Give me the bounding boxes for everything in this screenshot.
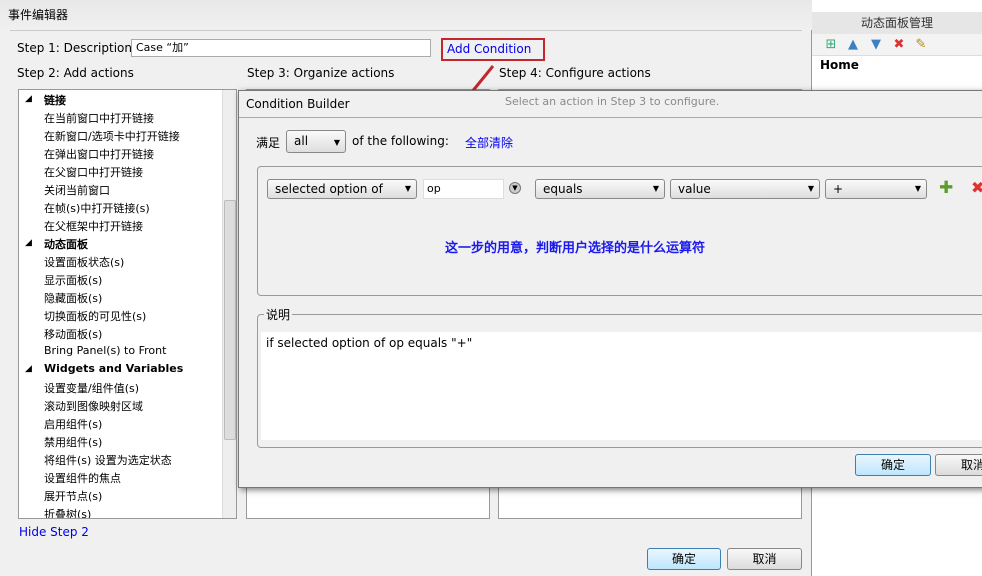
description-fieldset: 说明 if selected option of op equals "+"	[257, 306, 982, 448]
operator-value: equals	[543, 182, 583, 196]
hide-step2-link[interactable]: Hide Step 2	[19, 525, 89, 539]
move-up-icon[interactable]: ▲	[846, 38, 860, 52]
satisfy-label: 满足	[256, 136, 281, 150]
collapse-triangle-icon[interactable]: ◢	[25, 364, 32, 374]
target-widget-input[interactable]: op	[423, 179, 504, 199]
action-item[interactable]: 在父框架中打开链接	[44, 218, 143, 234]
action-item[interactable]: 移动面板(s)	[44, 326, 102, 342]
description-legend: 说明	[264, 306, 293, 323]
title-bar	[0, 0, 812, 30]
add-condition-link[interactable]: Add Condition	[447, 42, 531, 56]
move-down-icon[interactable]: ▼	[869, 38, 883, 52]
action-item[interactable]: 显示面板(s)	[44, 272, 102, 288]
actions-list: ◢ 链接在当前窗口中打开链接在新窗口/选项卡中打开链接 在弹出窗口中打开链接 在父窗口…	[18, 89, 237, 519]
widget-picker-icon[interactable]: ▼	[509, 182, 521, 194]
action-item[interactable]: 隐藏面板(s)	[44, 290, 102, 306]
action-group[interactable]: 链接	[44, 92, 66, 108]
step3-label: Step 3: Organize actions	[247, 66, 395, 80]
value-value: +	[833, 182, 844, 196]
match-select[interactable]: all ▼	[286, 130, 346, 153]
match-value: all	[294, 134, 309, 148]
action-item[interactable]: 设置面板状态(s)	[44, 254, 124, 270]
add-state-icon[interactable]: ⊞	[824, 38, 838, 52]
action-item[interactable]: 滚动到图像映射区域	[44, 398, 143, 414]
action-group[interactable]: Widgets and Variables	[44, 362, 183, 375]
panel-toolbar: ⊞ ▲ ▼ ✖ ✎	[812, 34, 982, 56]
ok-button[interactable]: 确定	[647, 548, 721, 570]
chevron-down-icon: ▼	[404, 184, 411, 193]
add-condition-icon[interactable]: ✚	[939, 178, 953, 198]
configure-hint: Select an action in Step 3 to configure.	[505, 95, 720, 108]
chevron-down-icon: ▼	[914, 184, 921, 193]
collapse-triangle-icon[interactable]: ◢	[25, 238, 32, 248]
action-item[interactable]: 在新窗口/选项卡中打开链接	[44, 128, 180, 144]
cancel-button[interactable]: 取消	[727, 548, 802, 570]
annotation-text: 这一步的用意，判断用户选择的是什么运算符	[445, 241, 706, 256]
action-item[interactable]: 启用组件(s)	[44, 416, 102, 432]
action-item[interactable]: 关闭当前窗口	[44, 182, 110, 198]
value-type-select[interactable]: value ▼	[670, 179, 820, 199]
conditions-group: selected option of ▼ op ▼ equals ▼ value ▼ …	[257, 166, 982, 296]
collapse-triangle-icon[interactable]: ◢	[25, 94, 32, 104]
divider	[10, 30, 802, 31]
action-item[interactable]: 在父窗口中打开链接	[44, 164, 143, 180]
delete-icon[interactable]: ✖	[892, 38, 906, 52]
description-textarea[interactable]: if selected option of op equals "+"	[261, 332, 982, 440]
value-type-value: value	[678, 182, 711, 196]
chevron-down-icon: ▼	[333, 138, 340, 147]
step1-label: Step 1: Description	[17, 41, 132, 55]
action-item[interactable]: 在当前窗口中打开链接	[44, 110, 154, 126]
of-following-label: of the following:	[352, 134, 449, 148]
clear-all-link[interactable]: 全部清除	[465, 134, 513, 151]
action-item[interactable]: 折叠树(s)	[44, 506, 91, 518]
chevron-down-icon: ▼	[807, 184, 814, 193]
edit-icon[interactable]: ✎	[914, 38, 928, 52]
action-item[interactable]: Bring Panel(s) to Front	[44, 344, 166, 357]
dialog-ok-button[interactable]: 确定	[855, 454, 931, 476]
action-item[interactable]: 在帧(s)中打开链接(s)	[44, 200, 150, 216]
chevron-down-icon: ▼	[652, 184, 659, 193]
dialog-cancel-button[interactable]: 取消	[935, 454, 982, 476]
description-input[interactable]: Case “加”	[131, 39, 431, 57]
action-item[interactable]: 将组件(s) 设置为选定状态	[44, 452, 172, 468]
action-item[interactable]: 设置变量/组件值(s)	[44, 380, 139, 396]
action-item[interactable]: 展开节点(s)	[44, 488, 102, 504]
condition-type-select[interactable]: selected option of ▼	[267, 179, 417, 199]
remove-condition-icon[interactable]: ✖	[971, 178, 982, 197]
scrollbar[interactable]	[222, 90, 236, 518]
value-select[interactable]: + ▼	[825, 179, 927, 199]
tree-item-home[interactable]: Home	[820, 58, 859, 72]
dialog-title: Condition Builder	[246, 97, 350, 111]
divider	[239, 117, 982, 118]
operator-select[interactable]: equals ▼	[535, 179, 665, 199]
window-title: 事件编辑器	[8, 8, 69, 22]
scrollbar-thumb[interactable]	[224, 200, 236, 440]
panel-manager-title: 动态面板管理	[812, 12, 982, 34]
action-item[interactable]: 设置组件的焦点	[44, 470, 121, 486]
action-item[interactable]: 禁用组件(s)	[44, 434, 102, 450]
condition-type-value: selected option of	[275, 182, 383, 196]
step4-label: Step 4: Configure actions	[499, 66, 651, 80]
action-item[interactable]: 切换面板的可见性(s)	[44, 308, 146, 324]
action-group[interactable]: 动态面板	[44, 236, 88, 252]
condition-builder-dialog: Condition Builder 满足 all ▼ of the followi…	[238, 90, 982, 488]
action-item[interactable]: 在弹出窗口中打开链接	[44, 146, 154, 162]
step2-label: Step 2: Add actions	[17, 66, 134, 80]
